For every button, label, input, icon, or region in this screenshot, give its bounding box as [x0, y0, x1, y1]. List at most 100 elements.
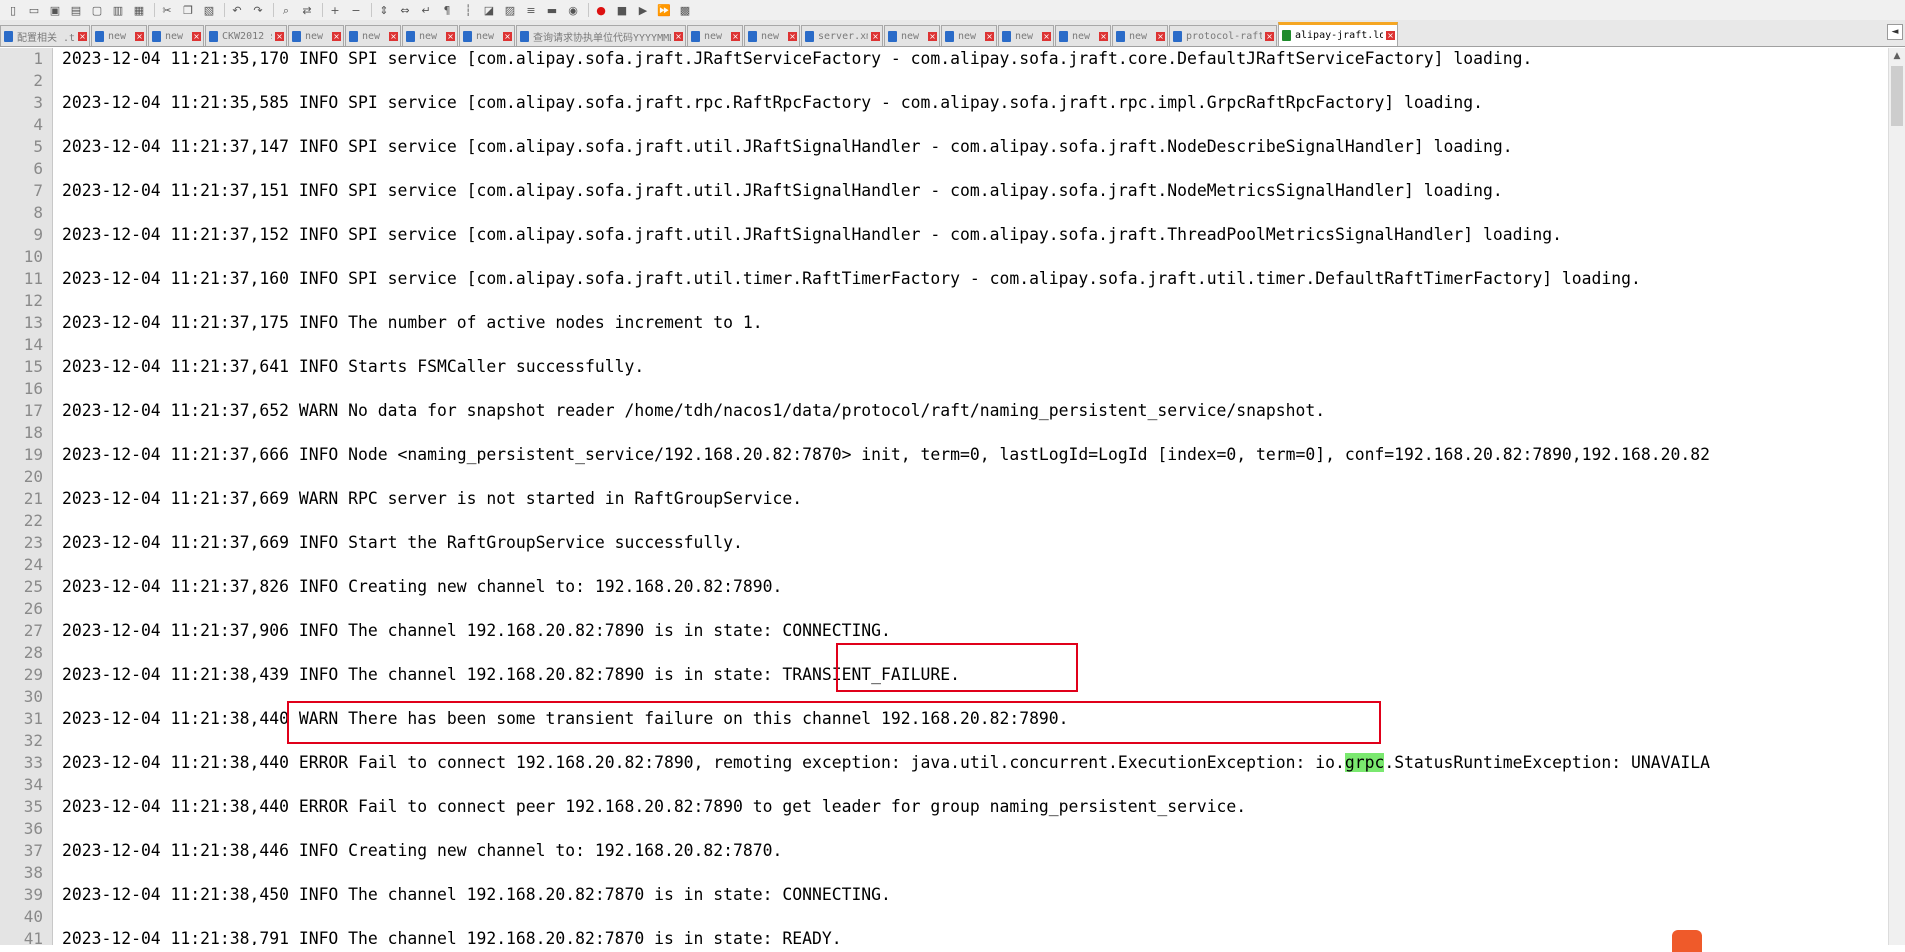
save-macro-icon[interactable]: ▩	[676, 2, 694, 18]
func-list-icon[interactable]: ≡	[522, 2, 540, 18]
sync-h-icon[interactable]: ⇔	[396, 2, 414, 18]
show-all-icon[interactable]: ¶	[438, 2, 456, 18]
sync-v-icon[interactable]: ⇕	[375, 2, 393, 18]
tab-close-icon[interactable]: ×	[674, 31, 683, 41]
tab-18[interactable]: protocol-raft.log×	[1169, 25, 1277, 46]
tab-close-icon[interactable]: ×	[275, 31, 284, 41]
editor-line[interactable]: 6	[0, 158, 1905, 180]
paste-icon[interactable]: ▧	[200, 2, 218, 18]
editor-line[interactable]: 3 2023-12-04 11:21:35,585 INFO SPI servic…	[0, 92, 1905, 114]
folder-icon[interactable]: ▬	[543, 2, 561, 18]
doc-map-icon[interactable]: ▨	[501, 2, 519, 18]
find-icon[interactable]: ⌕	[277, 2, 295, 18]
scroll-up-arrow-icon[interactable]: ▲	[1889, 48, 1905, 64]
copy-icon[interactable]: ❐	[179, 2, 197, 18]
editor[interactable]: 1 2023-12-04 11:21:35,170 INFO SPI servic…	[0, 48, 1905, 945]
redo-icon[interactable]: ↷	[249, 2, 267, 18]
scrollbar-thumb[interactable]	[1891, 66, 1903, 126]
editor-line[interactable]: 14	[0, 334, 1905, 356]
editor-line[interactable]: 35 2023-12-04 11:21:38,440 ERROR Fail to …	[0, 796, 1905, 818]
editor-line[interactable]: 34	[0, 774, 1905, 796]
editor-line[interactable]: 2	[0, 70, 1905, 92]
tab-scroll-left-button[interactable]: ◄	[1887, 24, 1903, 40]
tab-close-icon[interactable]: ×	[503, 31, 512, 41]
save-icon[interactable]: ▣	[46, 2, 64, 18]
close-icon[interactable]: ▢	[88, 2, 106, 18]
tab-11[interactable]: new 10×	[744, 25, 800, 46]
editor-line[interactable]: 26	[0, 598, 1905, 620]
tab-close-icon[interactable]: ×	[928, 31, 937, 41]
tab-10[interactable]: new 9×	[687, 25, 743, 46]
editor-line[interactable]: 39 2023-12-04 11:21:38,450 INFO The chann…	[0, 884, 1905, 906]
tab-9[interactable]: 查询请求协执单位代码YYYYMMDDHHMMSS.xml×	[516, 25, 686, 46]
play-icon[interactable]: ▶	[634, 2, 652, 18]
editor-line[interactable]: 11 2023-12-04 11:21:37,160 INFO SPI servi…	[0, 268, 1905, 290]
zoom-out-icon[interactable]: −	[347, 2, 365, 18]
record-icon[interactable]: ●	[592, 2, 610, 18]
monitor-icon[interactable]: ◉	[564, 2, 582, 18]
tab-close-icon[interactable]: ×	[332, 31, 341, 41]
editor-line[interactable]: 9 2023-12-04 11:21:37,152 INFO SPI servic…	[0, 224, 1905, 246]
editor-line[interactable]: 40	[0, 906, 1905, 928]
editor-line[interactable]: 1 2023-12-04 11:21:35,170 INFO SPI servic…	[0, 48, 1905, 70]
print-icon[interactable]: ▦	[130, 2, 148, 18]
editor-line[interactable]: 36	[0, 818, 1905, 840]
tab-13[interactable]: new 15×	[884, 25, 940, 46]
editor-line[interactable]: 38	[0, 862, 1905, 884]
tab-close-icon[interactable]: ×	[1386, 31, 1395, 40]
editor-line[interactable]: 8	[0, 202, 1905, 224]
tab-15[interactable]: new 11×	[998, 25, 1054, 46]
tab-close-icon[interactable]: ×	[1042, 31, 1051, 41]
tab-close-icon[interactable]: ×	[985, 31, 994, 41]
editor-line[interactable]: 33 2023-12-04 11:21:38,440 ERROR Fail to …	[0, 752, 1905, 774]
tab-16[interactable]: new 13×	[1055, 25, 1111, 46]
editor-line[interactable]: 41 2023-12-04 11:21:38,791 INFO The chann…	[0, 928, 1905, 945]
udl-icon[interactable]: ◪	[480, 2, 498, 18]
editor-line[interactable]: 22	[0, 510, 1905, 532]
tab-close-icon[interactable]: ×	[78, 31, 87, 41]
editor-line[interactable]: 18	[0, 422, 1905, 444]
save-all-icon[interactable]: ▤	[67, 2, 85, 18]
tab-close-icon[interactable]: ×	[192, 31, 201, 41]
play-multi-icon[interactable]: ⏩	[655, 2, 673, 18]
tab-3[interactable]: new 4×	[148, 25, 204, 46]
new-file-icon[interactable]: ▯	[4, 2, 22, 18]
tab-12[interactable]: server.xml×	[801, 25, 883, 46]
editor-line[interactable]: 27 2023-12-04 11:21:37,906 INFO The chann…	[0, 620, 1905, 642]
cut-icon[interactable]: ✂	[158, 2, 176, 18]
vertical-scrollbar[interactable]: ▲	[1888, 48, 1905, 945]
tab-6[interactable]: new 6×	[345, 25, 401, 46]
indent-guide-icon[interactable]: ┆	[459, 2, 477, 18]
editor-line[interactable]: 23 2023-12-04 11:21:37,669 INFO Start the…	[0, 532, 1905, 554]
tab-14[interactable]: new 16×	[941, 25, 997, 46]
tab-close-icon[interactable]: ×	[389, 31, 398, 41]
editor-line[interactable]: 10	[0, 246, 1905, 268]
tab-close-icon[interactable]: ×	[1265, 31, 1274, 41]
tab-close-icon[interactable]: ×	[871, 31, 880, 41]
close-all-icon[interactable]: ▥	[109, 2, 127, 18]
editor-line[interactable]: 21 2023-12-04 11:21:37,669 WARN RPC serve…	[0, 488, 1905, 510]
tab-2[interactable]: new 3×	[91, 25, 147, 46]
editor-line[interactable]: 17 2023-12-04 11:21:37,652 WARN No data f…	[0, 400, 1905, 422]
tab-8[interactable]: new 8×	[459, 25, 515, 46]
tab-close-icon[interactable]: ×	[1099, 31, 1108, 41]
word-wrap-icon[interactable]: ↵	[417, 2, 435, 18]
tab-close-icon[interactable]: ×	[446, 31, 455, 41]
editor-line[interactable]: 13 2023-12-04 11:21:37,175 INFO The numbe…	[0, 312, 1905, 334]
tab-close-icon[interactable]: ×	[135, 31, 144, 41]
tab-19[interactable]: alipay-jraft.log ×	[1278, 22, 1398, 46]
zoom-in-icon[interactable]: +	[326, 2, 344, 18]
editor-line[interactable]: 19 2023-12-04 11:21:37,666 INFO Node <nam…	[0, 444, 1905, 466]
editor-line[interactable]: 24	[0, 554, 1905, 576]
tab-7[interactable]: new 7×	[402, 25, 458, 46]
tab-4[interactable]: CKW2012 sql×	[205, 25, 287, 46]
editor-line[interactable]: 7 2023-12-04 11:21:37,151 INFO SPI servic…	[0, 180, 1905, 202]
replace-icon[interactable]: ⇄	[298, 2, 316, 18]
editor-line[interactable]: 5 2023-12-04 11:21:37,147 INFO SPI servic…	[0, 136, 1905, 158]
editor-line[interactable]: 37 2023-12-04 11:21:38,446 INFO Creating …	[0, 840, 1905, 862]
tab-close-icon[interactable]: ×	[788, 31, 797, 41]
editor-line[interactable]: 16	[0, 378, 1905, 400]
open-file-icon[interactable]: ▭	[25, 2, 43, 18]
tab-close-icon[interactable]: ×	[1156, 31, 1165, 41]
undo-icon[interactable]: ↶	[228, 2, 246, 18]
